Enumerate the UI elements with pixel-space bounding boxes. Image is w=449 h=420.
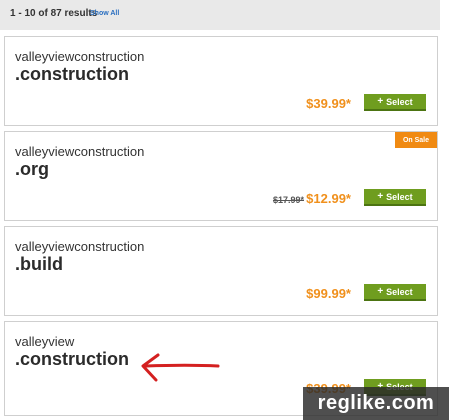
domain-result-card: valleyviewconstruction .construction $39… <box>4 36 438 126</box>
domain-tld: .construction <box>15 349 130 369</box>
watermark: reglike.com <box>303 387 449 420</box>
domain-old-price: $17.99* <box>272 195 304 205</box>
plus-icon: + <box>377 95 384 107</box>
domain-name: valleyviewconstruction <box>15 49 145 64</box>
domain-tld: .build <box>15 254 63 274</box>
select-button-label: Select <box>386 286 413 297</box>
domain-tld: .org <box>15 159 49 179</box>
plus-icon: + <box>377 190 384 202</box>
domain-result-card: valleyviewconstruction .build $99.99* + … <box>4 226 438 316</box>
select-button[interactable]: + Select <box>364 284 426 301</box>
domain-name: valleyviewconstruction <box>15 144 145 159</box>
domain-tld: .construction <box>15 64 130 84</box>
red-arrow-icon <box>141 353 220 382</box>
domain-result-card: On Sale valleyviewconstruction .org $17.… <box>4 131 438 221</box>
select-button-label: Select <box>386 96 413 107</box>
results-count: 1 - 10 of 87 results <box>10 8 98 19</box>
domain-price: $12.99* <box>306 191 351 206</box>
show-all-link[interactable]: Show All <box>90 10 119 17</box>
select-button[interactable]: + Select <box>364 189 426 206</box>
select-button[interactable]: + Select <box>364 94 426 111</box>
results-header: 1 - 10 of 87 results Show All <box>0 0 440 30</box>
domain-name: valleyview <box>15 334 75 349</box>
plus-icon: + <box>377 285 384 297</box>
domain-price: $39.99* <box>306 96 351 111</box>
domain-price: $99.99* <box>306 286 351 301</box>
select-button-label: Select <box>386 191 413 202</box>
domain-name: valleyviewconstruction <box>15 239 145 254</box>
on-sale-badge: On Sale <box>395 132 437 148</box>
